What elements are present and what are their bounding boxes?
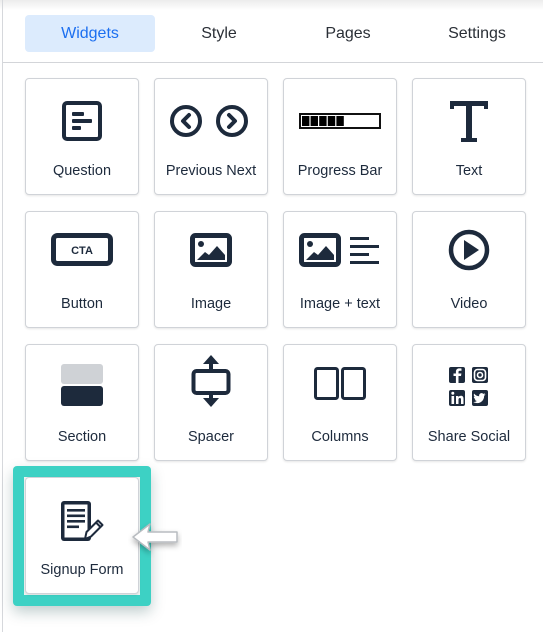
widget-label: Spacer (188, 429, 234, 445)
columns-icon (284, 360, 396, 408)
widget-signup-form[interactable]: Signup Form (25, 477, 139, 594)
image-icon (155, 226, 267, 274)
drag-pointer-arrow-icon (128, 518, 182, 558)
section-icon (26, 361, 138, 409)
widget-share-social[interactable]: Share Social (412, 344, 526, 461)
widget-label: Image (190, 296, 232, 312)
tab-widgets[interactable]: Widgets (25, 15, 155, 52)
text-icon (413, 97, 525, 145)
widget-label: Image + text (299, 296, 381, 312)
tab-style[interactable]: Style (155, 15, 283, 52)
question-icon (26, 97, 138, 145)
linkedin-icon (449, 390, 465, 406)
widget-spacer[interactable]: Spacer (154, 344, 268, 461)
progress-segment (336, 116, 344, 126)
left-divider (2, 0, 3, 632)
widget-image-text[interactable]: Image + text (283, 211, 397, 328)
share-social-icon (413, 363, 525, 411)
widget-label: Progress Bar (297, 163, 383, 179)
facebook-icon (449, 367, 465, 383)
widget-label: Section (57, 429, 107, 445)
widget-label: Question (52, 163, 112, 179)
widget-label: Columns (311, 429, 369, 445)
button-icon: CTA (26, 226, 138, 274)
widget-image[interactable]: Image (154, 211, 268, 328)
cta-text: CTA (71, 245, 93, 257)
progress-segment (310, 116, 318, 126)
widget-text[interactable]: Text (412, 78, 526, 195)
video-play-icon (413, 226, 525, 274)
tab-bar: Widgets Style Pages Settings (3, 0, 543, 63)
widget-label: Button (61, 296, 103, 312)
tab-settings[interactable]: Settings (413, 15, 541, 52)
tab-pages[interactable]: Pages (284, 15, 412, 52)
instagram-icon (472, 367, 488, 383)
widget-previous-next[interactable]: Previous Next (154, 78, 268, 195)
widget-label: Previous Next (165, 163, 257, 179)
previous-next-icon (155, 97, 267, 145)
image-text-icon (284, 226, 396, 274)
progress-bar-icon (284, 97, 396, 145)
progress-segment (327, 116, 336, 126)
widget-button[interactable]: CTA Button (25, 211, 139, 328)
signup-form-icon (26, 498, 138, 546)
widget-columns[interactable]: Columns (283, 344, 397, 461)
widget-question[interactable]: Question (25, 78, 139, 195)
widget-section[interactable]: Section (25, 344, 139, 461)
widget-label: Share Social (427, 429, 511, 445)
widget-video[interactable]: Video (412, 211, 526, 328)
spacer-icon (155, 355, 267, 407)
widget-label: Signup Form (40, 562, 124, 578)
widget-label: Video (450, 296, 488, 312)
twitter-icon (472, 390, 488, 406)
widget-progress-bar[interactable]: Progress Bar (283, 78, 397, 195)
widget-label: Text (455, 163, 483, 179)
progress-segment (319, 116, 327, 126)
progress-segment (302, 116, 310, 126)
